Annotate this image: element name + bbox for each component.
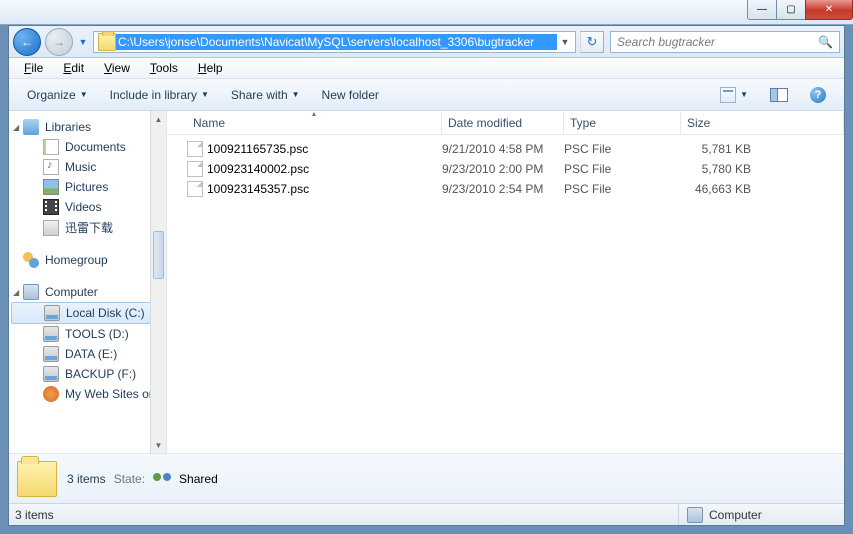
shared-icon: [153, 473, 171, 485]
sidebar-item-videos[interactable]: Videos: [9, 197, 166, 217]
homegroup-icon: [23, 252, 39, 268]
sidebar-item-tools-d[interactable]: TOOLS (D:): [9, 324, 166, 344]
new-folder-button[interactable]: New folder: [314, 84, 387, 106]
view-options-button[interactable]: ▼: [712, 83, 756, 107]
sidebar-libraries[interactable]: ◢Libraries: [9, 117, 166, 137]
explorer-window: ← → ▼ C:\Users\jonse\Documents\Navicat\M…: [8, 25, 845, 526]
nav-bar: ← → ▼ C:\Users\jonse\Documents\Navicat\M…: [9, 26, 844, 58]
drive-icon: [43, 366, 59, 382]
drive-icon: [43, 346, 59, 362]
column-headers: Name▲ Date modified Type Size: [167, 111, 844, 135]
address-bar[interactable]: C:\Users\jonse\Documents\Navicat\MySQL\s…: [93, 31, 576, 53]
menu-edit[interactable]: Edit: [54, 59, 93, 77]
address-dropdown[interactable]: ▼: [557, 37, 573, 47]
search-placeholder: Search bugtracker: [617, 35, 818, 49]
forward-button[interactable]: →: [45, 28, 73, 56]
column-name[interactable]: Name▲: [187, 111, 442, 134]
drive-icon: [43, 326, 59, 342]
menu-file[interactable]: File: [15, 59, 52, 77]
command-bar: Organize ▼ Include in library ▼ Share wi…: [9, 79, 844, 111]
status-bar: 3 items Computer: [9, 503, 844, 525]
nav-history-dropdown[interactable]: ▼: [77, 37, 89, 47]
sidebar-item-xunlei[interactable]: 迅雷下载: [9, 217, 166, 238]
file-list-pane: Name▲ Date modified Type Size 1009211657…: [167, 111, 844, 453]
status-item-count: 3 items: [15, 508, 54, 522]
include-library-button[interactable]: Include in library ▼: [102, 84, 217, 106]
sidebar-item-pictures[interactable]: Pictures: [9, 177, 166, 197]
file-row[interactable]: 100921165735.psc 9/21/2010 4:58 PMPSC Fi…: [167, 139, 844, 159]
scroll-thumb[interactable]: [153, 231, 164, 279]
pictures-icon: [43, 179, 59, 195]
help-icon: ?: [810, 87, 826, 103]
close-button[interactable]: ✕: [805, 0, 853, 20]
titlebar: — ▢ ✕: [0, 0, 853, 25]
file-icon: [187, 181, 203, 197]
help-button[interactable]: ?: [802, 83, 834, 107]
download-icon: [43, 220, 59, 236]
column-date-modified[interactable]: Date modified: [442, 111, 564, 134]
preview-pane-button[interactable]: [762, 84, 796, 106]
item-count: 3 items: [67, 472, 106, 486]
scroll-down-icon[interactable]: ▼: [151, 437, 166, 453]
folder-icon: [98, 33, 116, 51]
search-icon: 🔍: [818, 35, 833, 49]
sidebar-item-local-disk-c[interactable]: Local Disk (C:): [11, 302, 164, 324]
address-path[interactable]: C:\Users\jonse\Documents\Navicat\MySQL\s…: [116, 34, 557, 50]
computer-icon: [23, 284, 39, 300]
videos-icon: [43, 199, 59, 215]
menu-bar: File Edit View Tools Help: [9, 58, 844, 79]
file-row[interactable]: 100923145357.psc 9/23/2010 2:54 PMPSC Fi…: [167, 179, 844, 199]
sidebar-item-music[interactable]: Music: [9, 157, 166, 177]
computer-icon: [687, 507, 703, 523]
view-icon: [720, 87, 736, 103]
main-area: ◢Libraries Documents Music Pictures Vide…: [9, 111, 844, 453]
column-size[interactable]: Size: [681, 111, 844, 134]
libraries-icon: [23, 119, 39, 135]
sidebar-homegroup[interactable]: Homegroup: [9, 250, 166, 270]
file-icon: [187, 161, 203, 177]
file-icon: [187, 141, 203, 157]
menu-tools[interactable]: Tools: [141, 59, 187, 77]
music-icon: [43, 159, 59, 175]
navigation-pane: ◢Libraries Documents Music Pictures Vide…: [9, 111, 167, 453]
column-type[interactable]: Type: [564, 111, 681, 134]
documents-icon: [43, 139, 59, 155]
minimize-button[interactable]: —: [747, 0, 777, 20]
back-button[interactable]: ←: [13, 28, 41, 56]
sidebar-item-backup-f[interactable]: BACKUP (F:): [9, 364, 166, 384]
sidebar-item-myweb[interactable]: My Web Sites on: [9, 384, 166, 404]
refresh-button[interactable]: ↻: [580, 31, 604, 53]
menu-help[interactable]: Help: [189, 59, 232, 77]
menu-view[interactable]: View: [95, 59, 139, 77]
file-list: 100921165735.psc 9/21/2010 4:58 PMPSC Fi…: [167, 135, 844, 453]
scroll-up-icon[interactable]: ▲: [151, 111, 166, 127]
file-row[interactable]: 100923140002.psc 9/23/2010 2:00 PMPSC Fi…: [167, 159, 844, 179]
organize-button[interactable]: Organize ▼: [19, 84, 96, 106]
drive-icon: [44, 305, 60, 321]
state-label: State:: [114, 472, 145, 486]
web-icon: [43, 386, 59, 402]
folder-large-icon: [17, 461, 57, 497]
share-with-button[interactable]: Share with ▼: [223, 84, 308, 106]
sidebar-item-data-e[interactable]: DATA (E:): [9, 344, 166, 364]
search-box[interactable]: Search bugtracker 🔍: [610, 31, 840, 53]
pane-icon: [770, 88, 788, 102]
sort-asc-icon: ▲: [311, 111, 318, 118]
details-pane: 3 items State: Shared: [9, 453, 844, 503]
sidebar-computer[interactable]: ◢Computer: [9, 282, 166, 302]
status-location: Computer: [678, 504, 838, 525]
maximize-button[interactable]: ▢: [776, 0, 806, 20]
sidebar-scrollbar[interactable]: ▲ ▼: [150, 111, 166, 453]
state-value: Shared: [179, 472, 218, 486]
sidebar-item-documents[interactable]: Documents: [9, 137, 166, 157]
